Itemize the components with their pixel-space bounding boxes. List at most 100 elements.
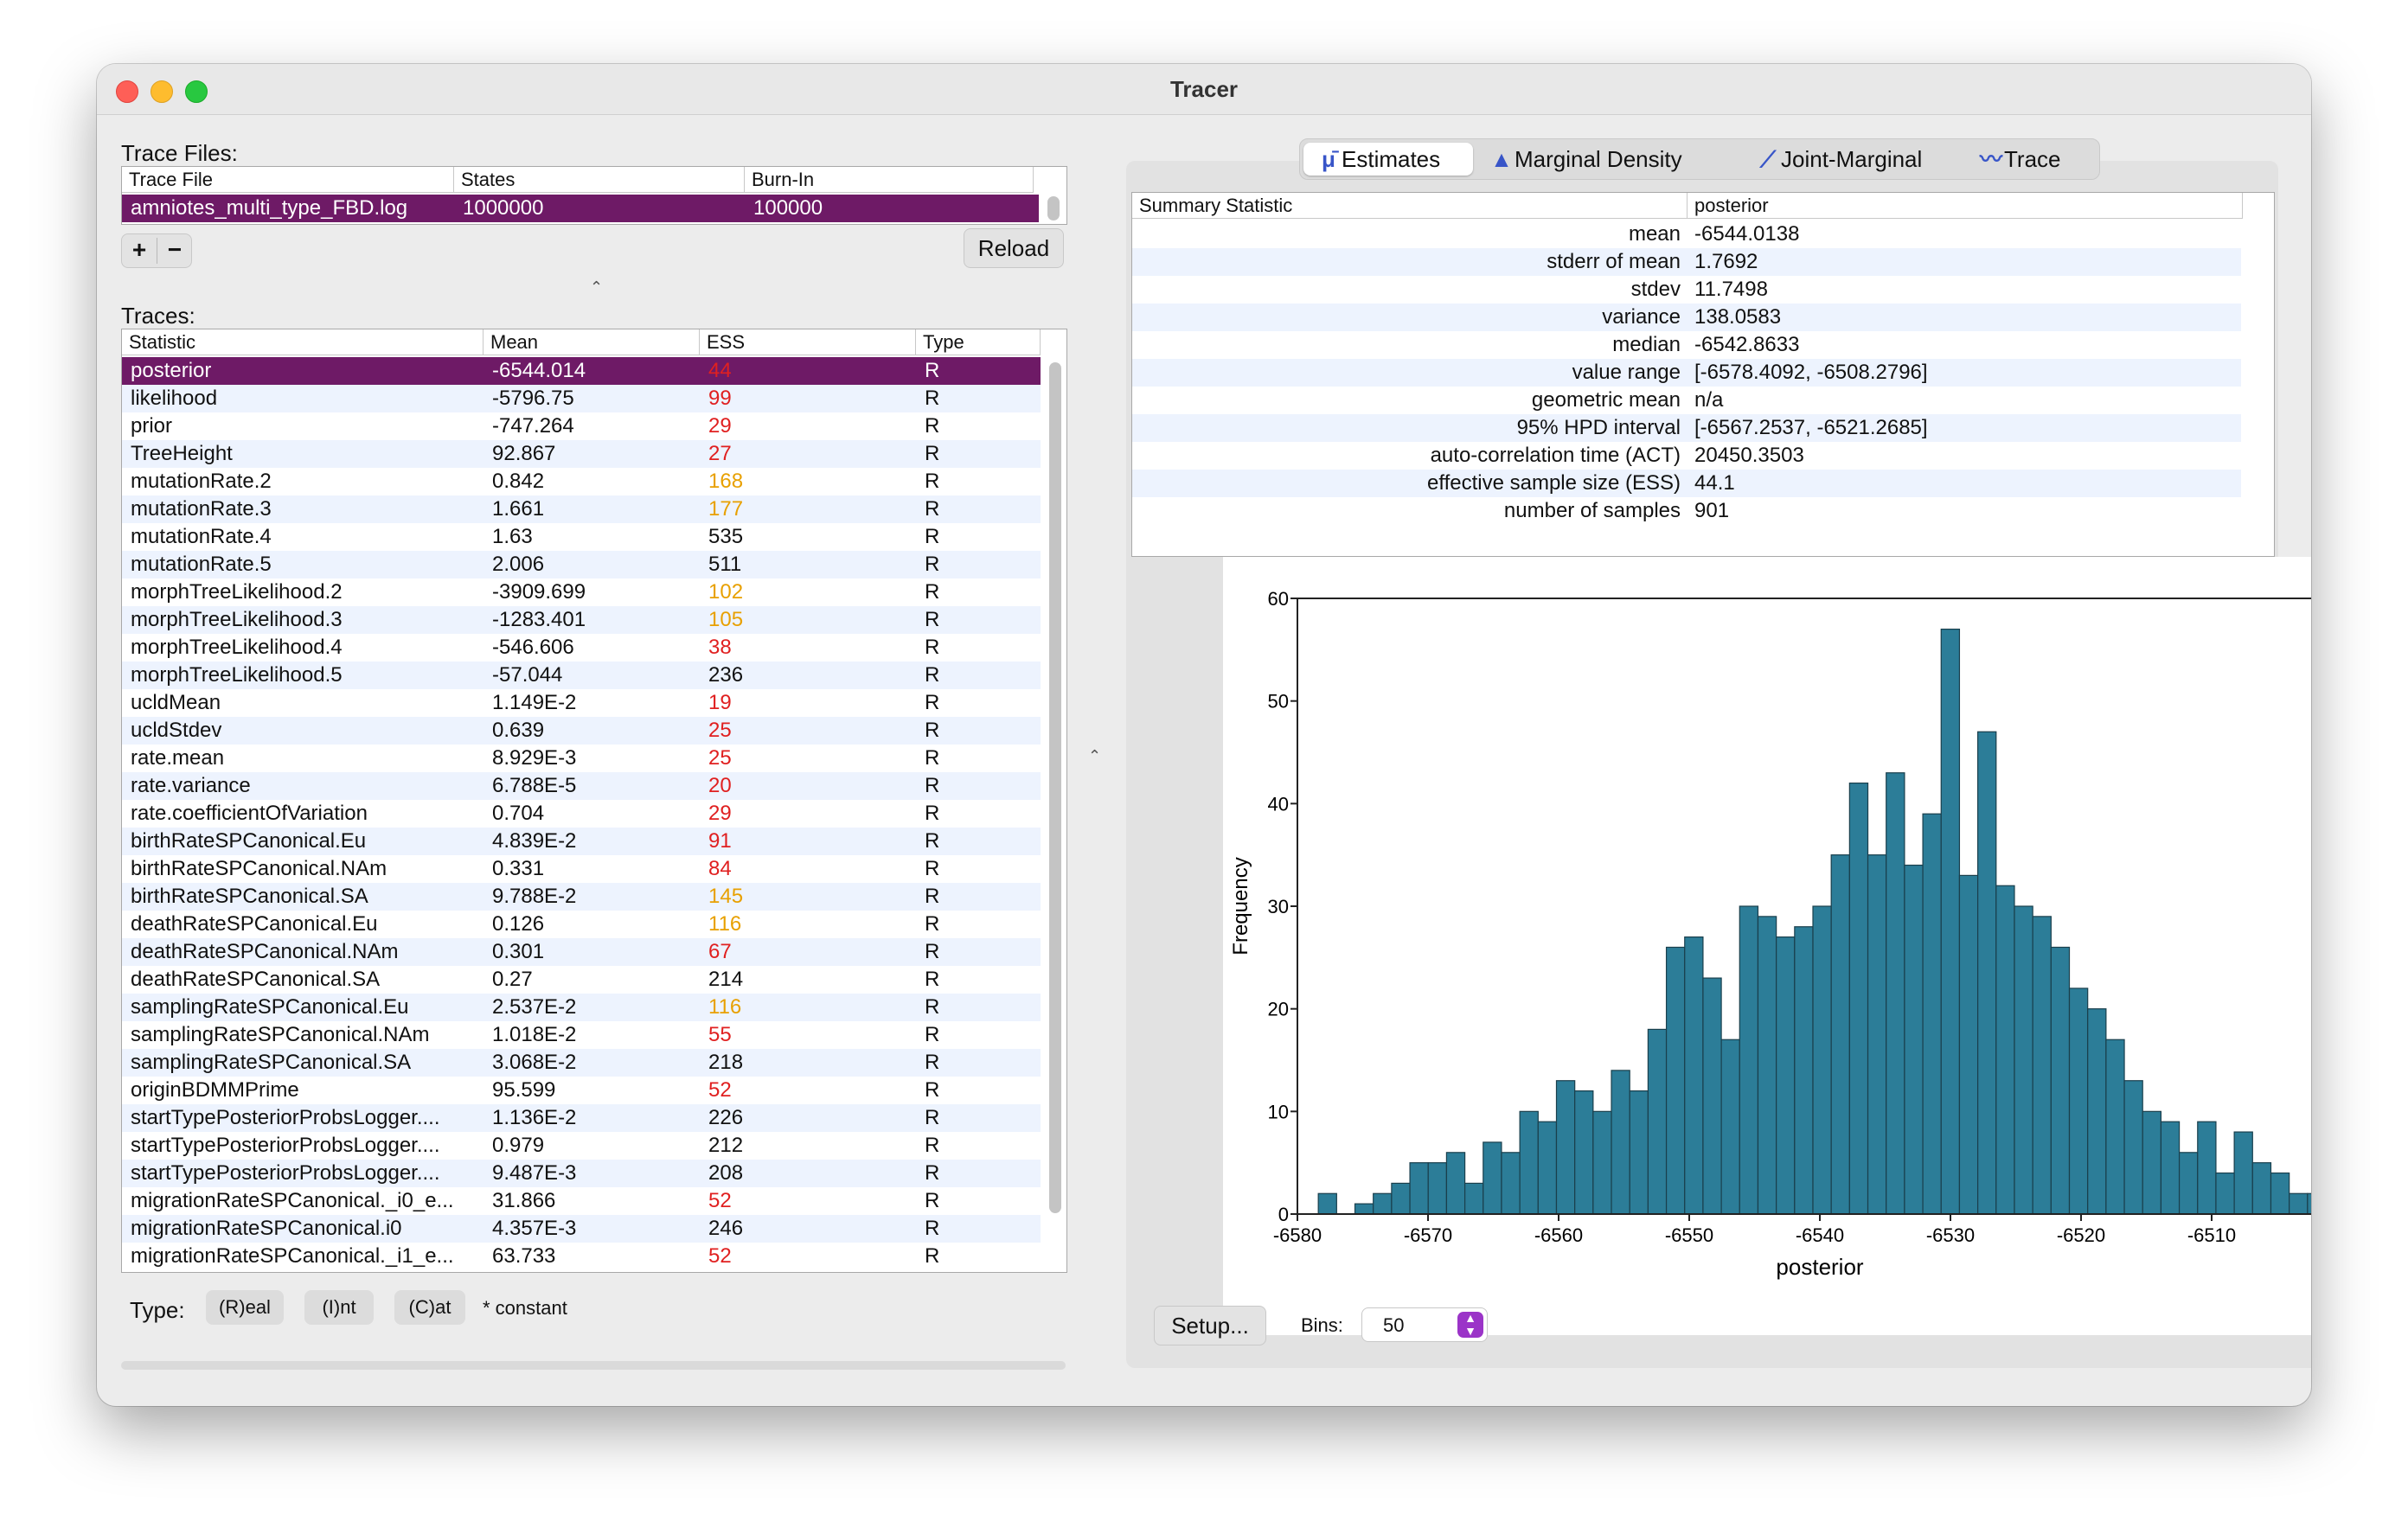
column-header-statistic[interactable]: Statistic (122, 329, 484, 355)
trace-row[interactable]: morphTreeLikelihood.3 -1283.401 105 R (122, 606, 1041, 634)
summary-row[interactable]: 95% HPD interval [-6567.2537, -6521.2685] (1132, 414, 2241, 442)
trace-row[interactable]: migrationRateSPCanonical._i1_e... 63.733 5… (122, 1243, 1041, 1270)
trace-row[interactable]: mutationRate.2 0.842 168 R (122, 468, 1041, 495)
type-int-button[interactable]: (I)nt (304, 1290, 374, 1325)
trace-row[interactable]: samplingRateSPCanonical.SA 3.068E-2 218 R (122, 1049, 1041, 1077)
trace-row[interactable]: mutationRate.5 2.006 511 R (122, 551, 1041, 578)
split-handle-icon[interactable]: ⌃ (590, 278, 603, 297)
column-header-trace-file[interactable]: Trace File (122, 167, 454, 193)
trace-row[interactable]: birthRateSPCanonical.SA 9.788E-2 145 R (122, 883, 1041, 911)
trace-ess: 19 (708, 691, 732, 714)
traces-scrollbar[interactable] (1049, 362, 1061, 1213)
column-header-posterior[interactable]: posterior (1688, 193, 2243, 219)
horizontal-scrollbar[interactable] (121, 1361, 1066, 1370)
trace-row[interactable]: likelihood -5796.75 99 R (122, 385, 1041, 412)
summary-row[interactable]: median -6542.8633 (1132, 331, 2241, 359)
summary-key: geometric mean (1531, 388, 1681, 412)
column-header-summary-statistic[interactable]: Summary Statistic (1132, 193, 1688, 219)
histogram-bar (1592, 1110, 1612, 1215)
tab-joint-marginal[interactable]: ⟋ Joint-Marginal (1755, 143, 1963, 176)
trace-row[interactable]: birthRateSPCanonical.NAm 0.331 84 R (122, 855, 1041, 883)
trace-type: R (925, 1106, 940, 1129)
histogram-bar (1848, 783, 1869, 1215)
summary-row[interactable]: auto-correlation time (ACT) 20450.3503 (1132, 442, 2241, 470)
summary-row[interactable]: geometric mean n/a (1132, 387, 2241, 414)
trace-row[interactable]: deathRateSPCanonical.Eu 0.126 116 R (122, 911, 1041, 938)
trace-row[interactable]: birthRateSPCanonical.Eu 4.839E-2 91 R (122, 828, 1041, 855)
trace-mean: 0.301 (492, 940, 545, 963)
trace-row[interactable]: ucldMean 1.149E-2 19 R (122, 689, 1041, 717)
trace-file-row[interactable]: amniotes_multi_type_FBD.log 1000000 1000… (122, 195, 1039, 222)
remove-file-button[interactable]: − (157, 234, 192, 265)
trace-row[interactable]: migrationRateSPCanonical.i0 4.357E-3 246 R (122, 1215, 1041, 1243)
summary-row[interactable]: stdev 11.7498 (1132, 276, 2241, 304)
bins-select[interactable]: 50 ▲ ▼ (1361, 1307, 1488, 1342)
trace-row[interactable]: samplingRateSPCanonical.Eu 2.537E-2 116 R (122, 994, 1041, 1021)
type-real-button[interactable]: (R)eal (206, 1290, 284, 1325)
trace-row[interactable]: startTypePosteriorProbsLogger.... 1.136E-… (122, 1104, 1041, 1132)
summary-row[interactable]: mean -6544.0138 (1132, 221, 2241, 248)
trace-mean: 1.136E-2 (492, 1106, 577, 1129)
traces-table[interactable]: Statistic Mean ESS Type posterior -6544.0… (121, 329, 1067, 1273)
trace-mean: -1283.401 (492, 608, 586, 631)
tab-estimates-label: Estimates (1342, 146, 1441, 172)
x-tick-label: -6530 (1926, 1224, 1975, 1246)
trace-row[interactable]: originBDMMPrime 95.599 52 R (122, 1077, 1041, 1104)
trace-row[interactable]: samplingRateSPCanonical.NAm 1.018E-2 55 R (122, 1021, 1041, 1049)
trace-row[interactable]: ucldStdev 0.639 25 R (122, 717, 1041, 745)
trace-type: R (925, 829, 940, 853)
trace-row[interactable]: deathRateSPCanonical.NAm 0.301 67 R (122, 938, 1041, 966)
setup-button[interactable]: Setup... (1154, 1306, 1266, 1345)
trace-row[interactable]: morphTreeLikelihood.2 -3909.699 102 R (122, 578, 1041, 606)
trace-mean: 0.842 (492, 470, 545, 493)
column-header-ess[interactable]: ESS (700, 329, 916, 355)
trace-row[interactable]: startTypePosteriorProbsLogger.... 0.979 21… (122, 1132, 1041, 1160)
histogram-bar (2178, 1152, 2199, 1215)
summary-row[interactable]: number of samples 901 (1132, 497, 2241, 525)
trace-row[interactable]: morphTreeLikelihood.5 -57.044 236 R (122, 662, 1041, 689)
summary-row[interactable]: effective sample size (ESS) 44.1 (1132, 470, 2241, 497)
trace-row[interactable]: migrationRateSPCanonical._i0_e... 31.866 5… (122, 1187, 1041, 1215)
add-file-button[interactable]: + (122, 234, 157, 265)
trace-row[interactable]: rate.mean 8.929E-3 25 R (122, 745, 1041, 772)
split-divider-handle-icon[interactable]: ⌃ (1088, 747, 1101, 765)
trace-row[interactable]: TreeHeight 92.867 27 R (122, 440, 1041, 468)
trace-statistic: samplingRateSPCanonical.NAm (131, 1023, 430, 1046)
type-cat-button[interactable]: (C)at (394, 1290, 465, 1325)
summary-row[interactable]: value range [-6578.4092, -6508.2796] (1132, 359, 2241, 387)
summary-row[interactable]: variance 138.0583 (1132, 304, 2241, 331)
column-header-type[interactable]: Type (916, 329, 1041, 355)
trace-statistic: mutationRate.5 (131, 553, 272, 576)
trace-row[interactable]: deathRateSPCanonical.SA 0.27 214 R (122, 966, 1041, 994)
trace-mean: 8.929E-3 (492, 746, 577, 770)
trace-row[interactable]: posterior -6544.014 44 R (122, 357, 1041, 385)
summary-row[interactable]: stderr of mean 1.7692 (1132, 248, 2241, 276)
column-header-states[interactable]: States (454, 167, 745, 193)
trace-type: R (925, 608, 940, 631)
trace-row[interactable]: rate.variance 6.788E-5 20 R (122, 772, 1041, 800)
trace-type: R (925, 525, 940, 548)
histogram-bar (1739, 905, 1759, 1215)
trace-files-table[interactable]: Trace File States Burn-In amniotes_multi… (121, 166, 1067, 225)
files-scrollbar[interactable] (1047, 196, 1060, 221)
stepper-arrows-icon[interactable]: ▲ ▼ (1457, 1312, 1483, 1338)
summary-statistics-table[interactable]: Summary Statistic posterior mean -6544.01… (1131, 192, 2275, 557)
trace-row[interactable]: mutationRate.3 1.661 177 R (122, 495, 1041, 523)
y-tick-label: 40 (1268, 793, 1289, 815)
trace-row[interactable]: startTypePosteriorProbsLogger.... 9.487E-… (122, 1160, 1041, 1187)
trace-row[interactable]: mutationRate.4 1.63 535 R (122, 523, 1041, 551)
tab-marginal-density[interactable]: ▲Marginal Density (1489, 143, 1739, 176)
column-header-burn-in[interactable]: Burn-In (745, 167, 1034, 193)
column-header-mean[interactable]: Mean (484, 329, 700, 355)
trace-ess: 27 (708, 442, 732, 465)
trace-row[interactable]: prior -747.264 29 R (122, 412, 1041, 440)
trace-type: R (925, 442, 940, 465)
tab-trace[interactable]: 〰Trace (1978, 143, 2087, 176)
bins-label: Bins: (1301, 1314, 1343, 1336)
trace-ess: 116 (708, 912, 742, 936)
tab-estimates[interactable]: μ̄ Estimates (1303, 143, 1473, 176)
trace-row[interactable]: rate.coefficientOfVariation 0.704 29 R (122, 800, 1041, 828)
reload-button[interactable]: Reload (964, 228, 1064, 268)
histogram-bar (2307, 1192, 2311, 1215)
trace-row[interactable]: morphTreeLikelihood.4 -546.606 38 R (122, 634, 1041, 662)
